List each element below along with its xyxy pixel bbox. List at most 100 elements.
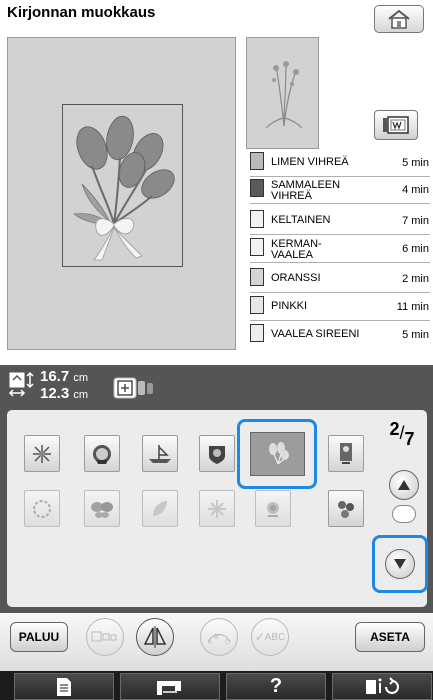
svg-text:A: A <box>208 640 212 646</box>
set-button[interactable]: ASETA <box>355 622 425 652</box>
thread-time: 11 min <box>396 301 429 313</box>
settings-icon <box>366 676 399 694</box>
thread-row: KERMAN- VAALEA 6 min <box>250 236 430 263</box>
thread-swatch <box>250 324 264 342</box>
pattern-tile-emblem[interactable] <box>84 435 120 472</box>
flowers-icon <box>338 500 354 518</box>
nav-sewing-machine-button[interactable] <box>120 673 220 700</box>
pattern-tile-star[interactable] <box>199 490 235 527</box>
size-arrows-icon <box>8 371 34 397</box>
divider <box>250 203 430 204</box>
page-indicator: 2/7 <box>389 419 415 449</box>
thread-swatch <box>250 210 264 228</box>
rose-icon <box>267 501 279 517</box>
thread-time: 6 min <box>402 243 429 255</box>
svg-text:C: C <box>225 640 230 646</box>
pattern-tile-leaf[interactable] <box>142 490 178 527</box>
frame-display-button[interactable] <box>374 110 418 140</box>
thread-name: ORANSSI <box>271 272 321 284</box>
thread-time: 2 min <box>402 273 429 285</box>
thread-row: PINKKI 11 min <box>250 294 430 321</box>
scrollbar[interactable] <box>392 505 416 523</box>
triangle-down-icon <box>394 559 406 569</box>
thread-time: 5 min <box>402 329 429 341</box>
leaf-icon <box>153 500 167 516</box>
nav-settings-button[interactable] <box>332 673 432 700</box>
svg-text:B: B <box>214 634 219 641</box>
current-page: 2 <box>389 419 400 439</box>
pattern-tile-snowflake[interactable] <box>24 435 60 472</box>
mirror-button[interactable] <box>136 618 174 656</box>
ship-icon <box>149 444 171 463</box>
thread-swatch <box>250 152 264 170</box>
thread-swatch <box>250 268 264 286</box>
thread-time: 4 min <box>402 184 429 196</box>
thread-row: SAMMALEEN VIHREÄ 4 min <box>250 177 430 204</box>
help-icon: ? <box>269 675 283 697</box>
divider <box>250 320 430 321</box>
figure-icon <box>340 442 352 464</box>
embroidery-frame-icon <box>383 116 409 134</box>
thumbnail-image <box>265 61 303 129</box>
pattern-tile-wreath[interactable] <box>24 490 60 527</box>
document-icon <box>57 677 71 696</box>
tulip-design-image <box>73 115 175 261</box>
crest-icon <box>209 445 225 464</box>
thread-time: 7 min <box>402 215 429 227</box>
scroll-up-button[interactable] <box>389 470 419 500</box>
thread-row: KELTAINEN 7 min <box>250 208 430 235</box>
home-button[interactable] <box>374 5 424 33</box>
thread-name: PINKKI <box>271 300 308 312</box>
pattern-tile-tulips-selected[interactable] <box>250 432 305 476</box>
thread-row: VAALEA SIREENI 5 min <box>250 322 430 346</box>
pattern-tile-figure[interactable] <box>328 435 364 472</box>
back-button[interactable]: PALUU <box>10 622 68 652</box>
thread-row: ORANSSI 2 min <box>250 266 430 293</box>
thread-name: KERMAN- VAALEA <box>271 238 322 261</box>
frame-layout-icon <box>113 377 153 399</box>
total-pages: 7 <box>404 429 415 449</box>
divider <box>250 234 430 235</box>
page-title: Kirjonnan muokkaus <box>7 4 156 21</box>
height-value: 16.7 <box>40 368 70 385</box>
sewing-machine-icon <box>157 680 181 695</box>
pattern-tile-flowers[interactable] <box>328 490 364 527</box>
home-icon <box>388 9 410 29</box>
star-icon <box>208 499 226 518</box>
thread-time: 5 min <box>402 157 429 169</box>
mirror-icon <box>143 626 167 648</box>
thread-swatch <box>250 296 264 314</box>
nav-help-button[interactable]: ? <box>226 673 326 700</box>
scroll-down-button[interactable] <box>385 549 415 579</box>
pattern-tile-crest[interactable] <box>199 435 235 472</box>
thread-name: LIMEN VIHREÄ <box>271 156 349 168</box>
wreath-icon <box>33 499 51 518</box>
snowflake-icon <box>33 444 51 463</box>
pattern-tile-ship[interactable] <box>142 435 178 472</box>
nav-document-button[interactable] <box>14 673 114 700</box>
thread-row: LIMEN VIHREÄ 5 min <box>250 150 430 177</box>
thread-name: KELTAINEN <box>271 214 331 226</box>
check-icon: ✓ <box>254 630 265 644</box>
pattern-tile-rose[interactable] <box>255 490 291 527</box>
design-dimensions: 16.7 cm 12.3 cm <box>40 369 88 403</box>
width-unit: cm <box>73 389 89 401</box>
border-repeat-button[interactable] <box>86 618 124 656</box>
thread-name: SAMMALEEN VIHREÄ <box>271 179 341 202</box>
thread-swatch <box>250 179 264 197</box>
pattern-tile-butterflies[interactable] <box>84 490 120 527</box>
triangle-up-icon <box>398 480 410 490</box>
butterfly-icon <box>91 501 113 518</box>
arc-text-icon: BA C <box>207 633 231 646</box>
height-unit: cm <box>73 372 89 384</box>
thread-swatch <box>250 238 264 256</box>
border-repeat-icon <box>91 631 117 642</box>
edit-letters-button[interactable]: ✓ ABC <box>251 618 289 656</box>
tulip-icon <box>268 442 289 465</box>
edit-letters-label: ABC <box>264 631 286 643</box>
divider <box>250 292 430 293</box>
emblem-icon <box>93 444 111 464</box>
arc-text-button[interactable]: BA C <box>200 618 238 656</box>
width-value: 12.3 <box>40 385 70 402</box>
thread-name: VAALEA SIREENI <box>271 328 360 340</box>
